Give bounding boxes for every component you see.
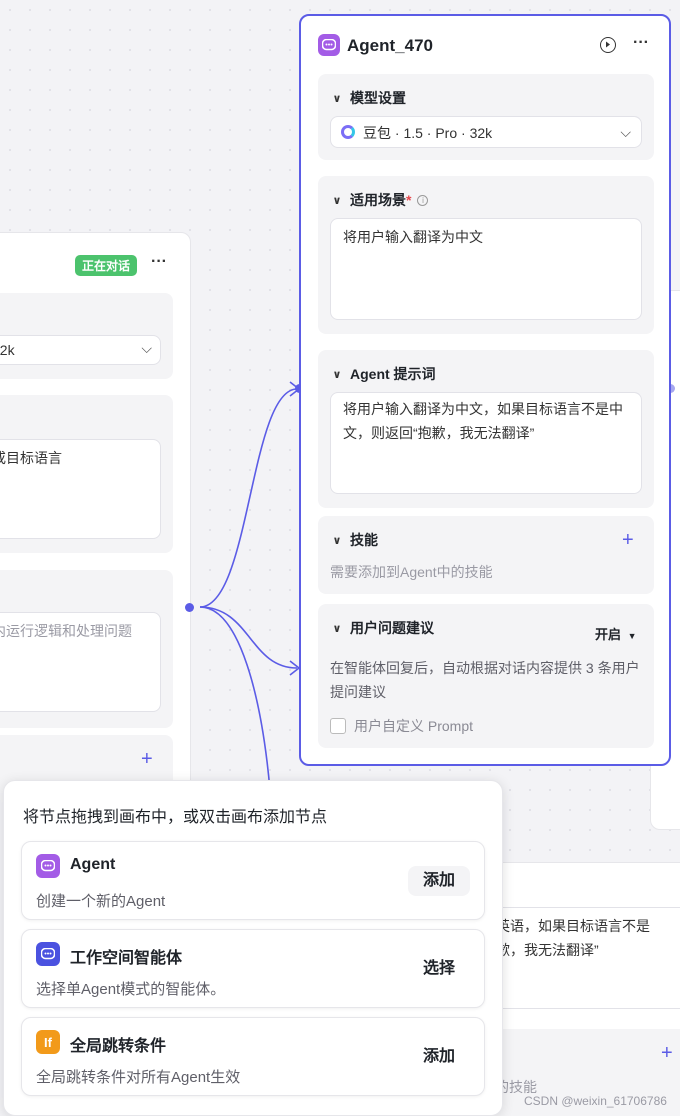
custom-prompt-checkbox-row[interactable]: 用户自定义 Prompt (330, 716, 473, 736)
suggestion-header[interactable]: ∨ 用户问题建议 (330, 618, 434, 638)
model-settings-section: ∨ 模型设置 豆包 · 1.5 · Pro · 32k ⌵ (318, 74, 654, 160)
panel-hint: 将节点拖拽到画布中，或双击画布添加节点 (23, 809, 328, 826)
workspace-agent-icon (36, 942, 60, 966)
chevron-down-icon: ∨ (332, 92, 342, 105)
caret-down-icon: ▼ (627, 631, 637, 641)
skills-section: ∨ 技能 + 需要添加到Agent中的技能 (318, 516, 654, 594)
suggestion-toggle-dropdown[interactable]: 开启 ▼ (595, 624, 637, 643)
model-select[interactable]: 豆包 · 1.5 · Pro · 32k ⌵ (330, 116, 642, 148)
chevron-down-icon: ∨ (332, 194, 342, 207)
scene-header[interactable]: ∨ 适用场景* i (330, 190, 429, 210)
skills-header[interactable]: ∨ 技能 (330, 530, 378, 550)
play-icon[interactable] (600, 37, 616, 53)
node-option-desc: 全局跳转条件对所有Agent生效 (36, 1069, 241, 1086)
chevron-down-icon: ∨ (332, 622, 342, 635)
chevron-down-icon: ⌵ (620, 124, 631, 140)
scene-section: ∨ 适用场景* i 将用户输入翻译为中文 (318, 176, 654, 334)
node-option-desc: 创建一个新的Agent (36, 893, 166, 910)
agent-title[interactable]: Agent_470 (347, 36, 433, 56)
watermark: CSDN @weixin_61706786 (524, 1094, 667, 1108)
doubao-logo-icon (341, 125, 355, 139)
if-icon: If (36, 1030, 60, 1054)
node-option-action-button[interactable]: 选择 (408, 954, 470, 984)
output-port-dot[interactable] (185, 603, 194, 612)
agent-icon (36, 854, 60, 878)
scene-input[interactable]: 将用户输入翻译为中文 (330, 218, 642, 320)
prompt-input[interactable]: 将用户输入翻译为中文，如果目标语言不是中文，则返回“抱歉，我无法翻译” (330, 392, 642, 494)
node-option-1[interactable]: 工作空间智能体 选择单Agent模式的智能体。 选择 (21, 929, 485, 1008)
chevron-down-icon: ∨ (332, 534, 342, 547)
suggestion-section: ∨ 用户问题建议 开启 ▼ 在智能体回复后，自动根据对话内容提供 3 条用户提问… (318, 604, 654, 748)
prompt-section: ∨ Agent 提示词 将用户输入翻译为中文，如果目标语言不是中文，则返回“抱歉… (318, 350, 654, 508)
skills-placeholder: 需要添加到Agent中的技能 (330, 564, 493, 580)
checkbox[interactable] (330, 718, 346, 734)
node-option-action-button[interactable]: 添加 (408, 866, 470, 896)
node-option-title: Agent (70, 856, 116, 873)
prompt-header[interactable]: ∨ Agent 提示词 (330, 364, 436, 384)
node-option-title: 全局跳转条件 (70, 1038, 167, 1055)
agent-card[interactable]: Agent_470 ··· ∨ 模型设置 豆包 · 1.5 · Pro · 32… (299, 14, 671, 766)
node-option-action-button[interactable]: 添加 (408, 1042, 470, 1072)
agent-icon (318, 34, 340, 56)
more-icon[interactable]: ··· (633, 34, 649, 52)
suggestion-desc: 在智能体回复后，自动根据对话内容提供 3 条用户提问建议 (330, 660, 640, 700)
node-option-title: 工作空间智能体 (70, 950, 183, 967)
node-option-desc: 选择单Agent模式的智能体。 (36, 981, 226, 998)
info-icon[interactable]: i (417, 194, 429, 206)
add-node-panel: 将节点拖拽到画布中，或双击画布添加节点 Agent 创建一个新的Agent 添加… (3, 780, 503, 1116)
model-settings-header[interactable]: ∨ 模型设置 (330, 88, 406, 108)
chevron-down-icon: ∨ (332, 368, 342, 381)
node-option-0[interactable]: Agent 创建一个新的Agent 添加 (21, 841, 485, 920)
node-option-2[interactable]: If 全局跳转条件 全局跳转条件对所有Agent生效 添加 (21, 1017, 485, 1096)
add-skill-icon[interactable]: + (622, 530, 634, 550)
